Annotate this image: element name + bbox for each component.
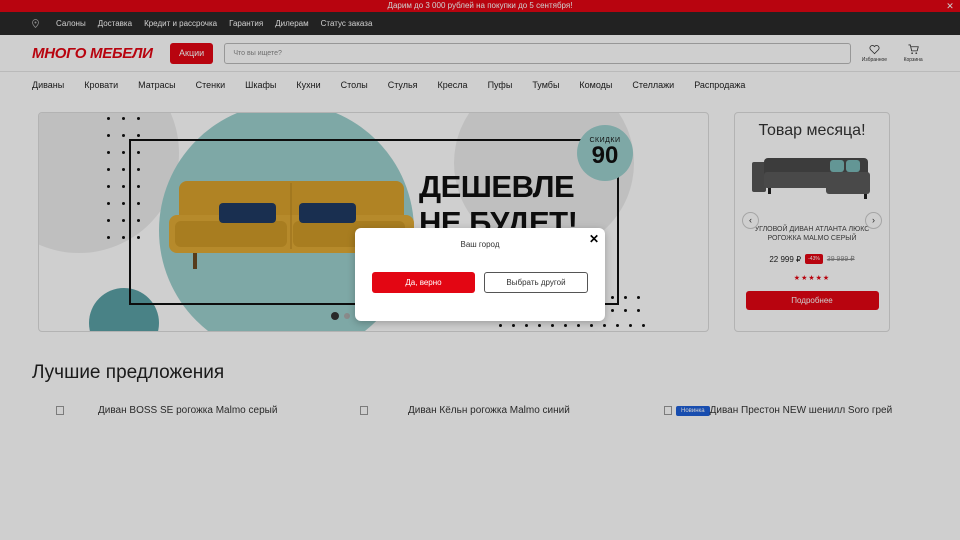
choose-other-city-button[interactable]: Выбрать другой bbox=[484, 272, 588, 293]
confirm-city-button[interactable]: Да, верно bbox=[372, 272, 475, 293]
modal-title: Ваш город bbox=[460, 240, 500, 249]
close-icon[interactable]: ✕ bbox=[589, 232, 599, 246]
city-confirm-modal: ✕ Ваш город Да, верно Выбрать другой bbox=[355, 228, 605, 321]
